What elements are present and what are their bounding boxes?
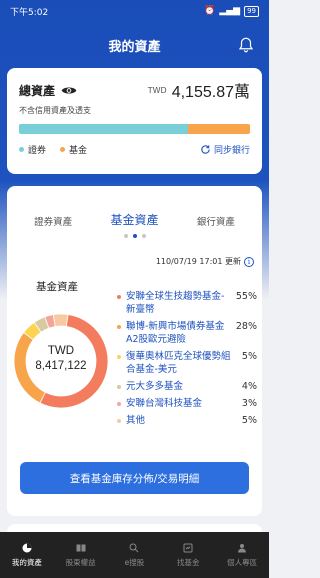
refresh-icon [201,145,210,154]
signal-icon: ▂▄▆ [219,6,241,16]
eye-icon[interactable] [61,85,77,96]
total-assets-currency: TWD [147,85,167,95]
update-timestamp: 110/07/19 17:01 更新 i [156,256,254,267]
tabbar-shareholder[interactable]: 股東權益 [54,532,108,578]
donut-slice-6 [52,313,69,327]
tab-fund-assets[interactable]: 基金資產 [110,211,158,228]
status-bar: 下午5:02 ⏰ ▂▄▆ 99 [0,0,269,22]
tabbar-find-fund[interactable]: 找基金 [161,532,215,578]
page-dot [123,234,128,238]
fund-list-item[interactable]: 安聯台灣科技基金 3% [117,397,257,410]
fund-color-dot [117,402,121,406]
page-title: 我的資產 [108,39,161,55]
total-assets-amount: 4,155.87萬 [171,84,250,101]
total-assets-card: 總資產 TWD 4,155.87萬 不含信用資產及透支 證券 基金 同步銀行 [7,68,262,174]
tabbar-personal[interactable]: 個人專區 [215,532,269,578]
fund-list-item[interactable]: 元大多多基金 4% [117,380,257,393]
fund-percent: 55% [235,291,257,302]
bar-segment-securities [19,124,188,134]
pie-chart-icon [22,543,32,553]
fund-name: 安聯台灣科技基金 [126,398,203,409]
tabbar-my-assets[interactable]: 我的資產 [0,532,54,578]
sync-bank-button[interactable]: 同步銀行 [200,143,250,156]
battery-icon: 99 [244,5,259,17]
page-dot-active [132,234,137,238]
bottom-tab-bar: 我的資產 股東權益 e搜股 找基金 個人專區 [0,532,269,578]
bar-segment-funds [187,124,250,134]
book-icon [76,544,86,552]
fund-name: 元大多多基金 [126,381,184,392]
app-header: 我的資產 [0,30,269,60]
page-dot [141,234,146,238]
fund-percent: 28% [235,321,257,332]
info-icon[interactable]: i [244,256,254,267]
fund-section-title: 基金資產 [36,281,78,293]
legend-securities: 證券 [19,143,46,156]
page-indicator [7,234,262,238]
asset-detail-card: 證券資產 基金資產 銀行資產 110/07/19 17:01 更新 i 基金資產… [7,186,262,516]
legend-funds: 基金 [60,143,87,156]
total-assets-note: 不含信用資產及透支 [19,106,91,115]
donut-center-label: TWD 8,417,122 [11,344,111,374]
fund-color-dot [117,419,121,423]
fund-color-dot [117,385,121,389]
legend-dot [60,147,66,152]
fund-list-item[interactable]: 安聯全球生技趨勢基金-新臺幣 55% [117,290,257,316]
alarm-icon: ⏰ [204,6,216,16]
donut-currency: TWD [47,345,75,357]
fund-list-item[interactable]: 其他 5% [117,414,257,427]
fund-color-dot [117,295,121,299]
fund-percent: 3% [241,398,257,409]
fund-name: 復華奧林匹克全球優勢組合基金-美元 [126,351,231,375]
search-stock-icon [129,543,139,553]
fund-name: 聯博-新興市場債券基金A2股歐元避險 [126,321,225,345]
bell-icon[interactable] [237,36,255,54]
fund-list-item[interactable]: 聯博-新興市場債券基金A2股歐元避險 28% [117,320,257,346]
asset-allocation-bar [19,124,250,134]
fund-percent: 5% [241,351,257,362]
total-assets-title: 總資產 [19,83,56,98]
fund-name: 安聯全球生技趨勢基金-新臺幣 [126,291,225,315]
tab-bank-assets[interactable]: 銀行資產 [197,214,235,228]
fund-list: 安聯全球生技趨勢基金-新臺幣 55% 聯博-新興市場債券基金A2股歐元避險 28% 復華… [117,290,257,431]
tabbar-stock-search[interactable]: e搜股 [108,532,162,578]
tab-securities-assets[interactable]: 證券資產 [34,214,72,228]
view-fund-details-button[interactable]: 查看基金庫存分佈/交易明細 [20,462,249,494]
fund-percent: 5% [241,415,257,426]
person-icon [238,544,247,553]
fund-name: 其他 [126,415,146,426]
fund-color-dot [117,325,121,329]
status-time: 下午5:02 [10,7,49,18]
fund-list-item[interactable]: 復華奧林匹克全球優勢組合基金-美元 5% [117,350,257,376]
fund-percent: 4% [241,381,257,392]
donut-total: 8,417,122 [35,360,87,372]
legend-dot [19,147,24,152]
fund-color-dot [117,355,121,359]
find-fund-icon [183,543,193,553]
